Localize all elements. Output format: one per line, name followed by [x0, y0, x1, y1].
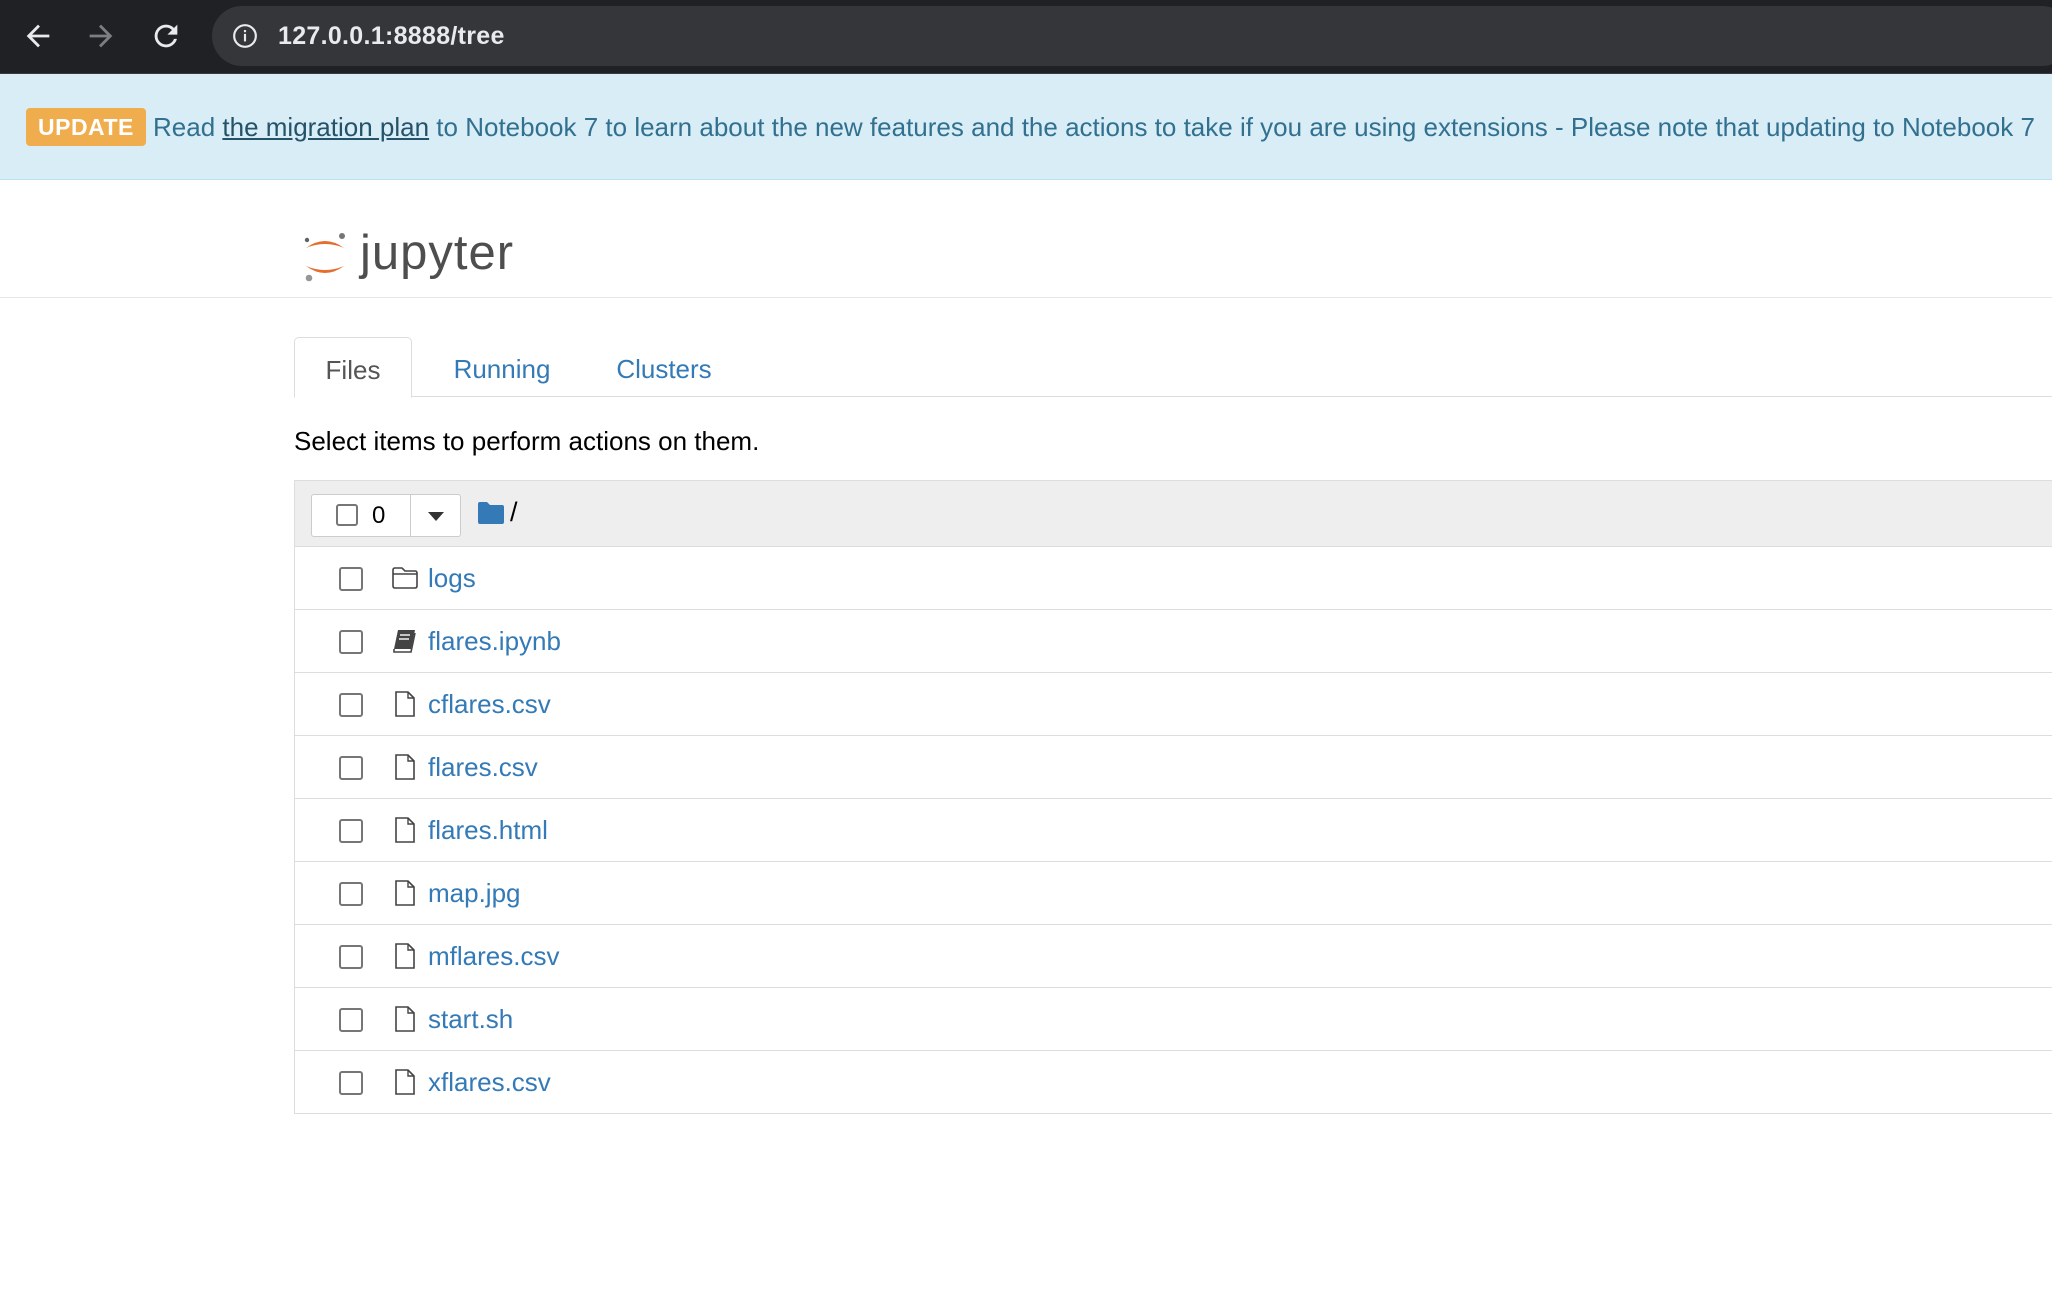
file-icon — [395, 817, 415, 843]
forward-arrow-icon — [89, 24, 113, 48]
file-name[interactable]: flares.csv — [428, 750, 538, 784]
browser-toolbar: 127.0.0.1:8888/tree — [0, 0, 2052, 74]
caret-down-icon — [428, 512, 444, 521]
address-bar[interactable]: 127.0.0.1:8888/tree — [212, 6, 2052, 66]
file-icon — [395, 1006, 415, 1032]
jupyter-header: jupyter — [0, 180, 2052, 298]
row-checkbox[interactable] — [339, 819, 363, 843]
info-icon[interactable] — [232, 23, 258, 49]
file-name[interactable]: start.sh — [428, 1002, 513, 1036]
tab-files[interactable]: Files — [294, 337, 412, 398]
list-item[interactable]: flares.csv — [295, 736, 2052, 799]
file-icon — [395, 754, 415, 780]
select-all-checkbox[interactable] — [336, 504, 358, 526]
file-name[interactable]: flares.ipynb — [428, 624, 561, 658]
tab-running[interactable]: Running — [434, 337, 570, 396]
selection-divider — [410, 495, 411, 536]
list-item[interactable]: flares.html — [295, 799, 2052, 862]
url-text[interactable]: 127.0.0.1:8888/tree — [278, 20, 505, 52]
file-name[interactable]: flares.html — [428, 813, 548, 847]
list-item[interactable]: logs — [295, 547, 2052, 610]
jupyter-logo[interactable]: jupyter — [300, 226, 515, 284]
file-icon — [395, 880, 415, 906]
row-checkbox[interactable] — [339, 882, 363, 906]
list-item[interactable]: flares.ipynb — [295, 610, 2052, 673]
back-button[interactable] — [16, 14, 60, 58]
selected-count: 0 — [372, 502, 386, 529]
notebook-icon — [393, 630, 416, 653]
banner-text-after: to Notebook 7 to learn about the new fea… — [429, 112, 2035, 142]
folder-icon[interactable] — [477, 501, 505, 525]
row-checkbox[interactable] — [339, 1008, 363, 1032]
list-item[interactable]: cflares.csv — [295, 673, 2052, 736]
file-name[interactable]: logs — [428, 561, 476, 595]
tab-bar: Files Running Clusters — [294, 337, 2052, 398]
reload-button[interactable] — [144, 14, 188, 58]
list-item[interactable]: map.jpg — [295, 862, 2052, 925]
banner-text-before: Read — [153, 112, 223, 142]
folder-icon — [392, 567, 418, 589]
back-arrow-icon — [26, 24, 50, 48]
jupyter-wordmark: jupyter — [360, 226, 515, 280]
file-name[interactable]: cflares.csv — [428, 687, 551, 721]
list-item[interactable]: xflares.csv — [295, 1051, 2052, 1113]
update-banner: UPDATE Read the migration plan to Notebo… — [0, 74, 2052, 180]
file-icon — [395, 943, 415, 969]
row-checkbox[interactable] — [339, 693, 363, 717]
migration-plan-link[interactable]: the migration plan — [222, 112, 429, 142]
selection-control: 0 — [311, 494, 461, 537]
file-icon — [395, 691, 415, 717]
update-badge: UPDATE — [26, 108, 146, 146]
file-name[interactable]: map.jpg — [428, 876, 521, 910]
file-icon — [395, 1069, 415, 1095]
jupyter-logo-icon — [304, 233, 345, 282]
file-name[interactable]: xflares.csv — [428, 1065, 551, 1099]
forward-button[interactable] — [79, 14, 123, 58]
row-checkbox[interactable] — [339, 756, 363, 780]
file-name[interactable]: mflares.csv — [428, 939, 559, 973]
row-checkbox[interactable] — [339, 945, 363, 969]
list-header: 0 / — [295, 481, 2052, 547]
row-checkbox[interactable] — [339, 567, 363, 591]
tab-clusters[interactable]: Clusters — [596, 337, 732, 396]
row-checkbox[interactable] — [339, 1071, 363, 1095]
banner-message: Read the migration plan to Notebook 7 to… — [153, 110, 2035, 144]
reload-icon — [154, 24, 178, 48]
file-list: 0 / logs flares.ipynb cflares.csv flares… — [294, 480, 2052, 1114]
list-item[interactable]: start.sh — [295, 988, 2052, 1051]
row-checkbox[interactable] — [339, 630, 363, 654]
list-item[interactable]: mflares.csv — [295, 925, 2052, 988]
selection-dropdown-button[interactable] — [412, 495, 460, 536]
instructions-text: Select items to perform actions on them. — [294, 426, 760, 456]
breadcrumb-root[interactable]: / — [510, 495, 518, 529]
